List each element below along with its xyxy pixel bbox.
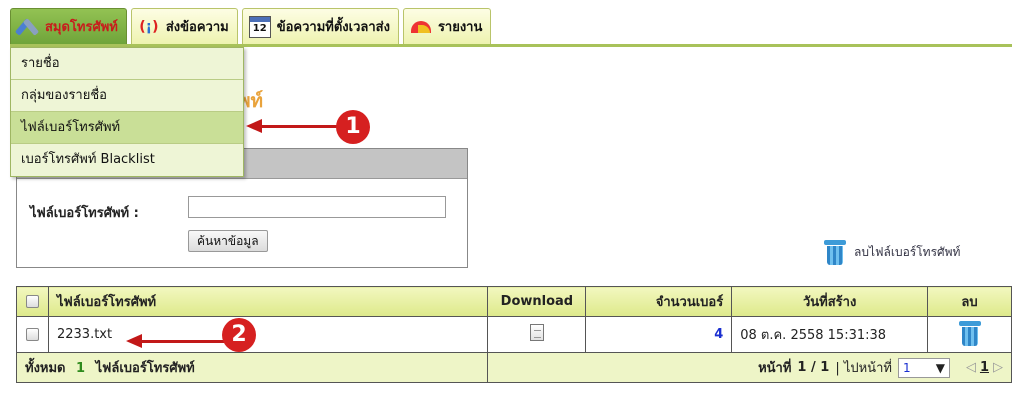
pager-current-page[interactable]: 1 xyxy=(980,360,989,375)
total-suffix: ไฟล์เบอร์โทรศัพท์ xyxy=(95,361,195,376)
row-download[interactable] xyxy=(487,316,587,353)
next-page-icon[interactable]: ▷ xyxy=(993,360,1003,375)
row-created: 08 ต.ค. 2558 15:31:38 xyxy=(731,316,929,353)
menu-item-contacts[interactable]: รายชื่อ xyxy=(11,48,243,80)
main-tabs: สมุดโทรศัพท์ (¡) ส่งข้อความ 12 ข้อความที… xyxy=(10,8,492,44)
header-select-all[interactable] xyxy=(16,286,49,317)
tab-label: ส่งข้อความ xyxy=(165,20,229,35)
header-created: วันที่สร้าง xyxy=(731,286,929,317)
tab-send-message[interactable]: (¡) ส่งข้อความ xyxy=(130,8,238,44)
search-button[interactable]: ค้นหาข้อมูล xyxy=(188,230,268,252)
page-label: หน้าที่ xyxy=(758,361,792,376)
row-file-name[interactable]: 2233.txt xyxy=(47,316,489,353)
goto-label: | ไปหน้าที่ xyxy=(835,361,892,376)
tab-label: สมุดโทรศัพท์ xyxy=(45,20,118,35)
header-delete: ลบ xyxy=(927,286,1012,317)
phone-files-table: ไฟล์เบอร์โทรศัพท์ Download จำนวนเบอร์ วั… xyxy=(15,286,1012,383)
document-icon[interactable] xyxy=(529,324,544,341)
tab-label: ข้อความที่ตั้งเวลาส่ง xyxy=(276,20,390,35)
menu-item-contact-groups[interactable]: กลุ่มของรายชื่อ xyxy=(11,80,243,112)
tools-icon xyxy=(17,16,39,38)
select-all-checkbox[interactable] xyxy=(25,295,39,308)
phonebook-dropdown-menu: รายชื่อ กลุ่มของรายชื่อ ไฟล์เบอร์โทรศัพท… xyxy=(10,47,244,177)
delete-row-icon[interactable] xyxy=(958,319,981,347)
delete-all-label: ลบไฟล์เบอร์โทรศัพท์ xyxy=(854,244,961,259)
tab-phonebook[interactable]: สมุดโทรศัพท์ xyxy=(10,8,127,44)
row-delete[interactable] xyxy=(927,316,1012,353)
menu-item-phone-files[interactable]: ไฟล์เบอร์โทรศัพท์ xyxy=(11,112,243,144)
trash-icon xyxy=(824,238,846,266)
table-header-row: ไฟล์เบอร์โทรศัพท์ Download จำนวนเบอร์ วั… xyxy=(16,286,1012,317)
table-footer-row: ทั้งหมด 1 ไฟล์เบอร์โทรศัพท์ หน้าที่ 1 / … xyxy=(15,352,1012,383)
arrow-line-2 xyxy=(138,340,226,343)
goto-page-select[interactable]: 1 ▼ xyxy=(897,357,950,378)
row-checkbox[interactable] xyxy=(25,328,39,341)
row-count-cell: 4 xyxy=(585,316,733,353)
chevron-down-icon: ▼ xyxy=(935,360,945,375)
annotation-marker-1: 1 xyxy=(336,110,370,144)
tab-report[interactable]: รายงาน xyxy=(402,8,492,44)
footer-pagination: หน้าที่ 1 / 1 | ไปหน้าที่ 1 ▼ ◁ 1 ▷ xyxy=(487,352,1012,383)
search-label: ไฟล์เบอร์โทรศัพท์ : xyxy=(30,206,139,221)
pager: ◁ 1 ▷ xyxy=(966,360,1003,375)
total-count: 1 xyxy=(76,361,86,376)
prev-page-icon[interactable]: ◁ xyxy=(966,360,976,375)
calendar-icon: 12 xyxy=(248,15,271,38)
tab-label: รายงาน xyxy=(437,20,483,35)
annotation-marker-2: 2 xyxy=(222,318,256,352)
header-download: Download xyxy=(487,286,587,317)
chart-icon xyxy=(410,16,432,38)
page-value: 1 / 1 xyxy=(797,360,830,375)
search-input[interactable] xyxy=(188,196,446,218)
goto-page-value: 1 xyxy=(902,360,911,375)
delete-all-files-link[interactable]: ลบไฟล์เบอร์โทรศัพท์ xyxy=(824,238,960,266)
table-row: 2233.txt 4 08 ต.ค. 2558 15:31:38 xyxy=(16,316,1012,353)
antenna-icon: (¡) xyxy=(139,18,159,35)
menu-item-blacklist[interactable]: เบอร์โทรศัพท์ Blacklist xyxy=(11,144,243,176)
header-file: ไฟล์เบอร์โทรศัพท์ xyxy=(47,286,489,317)
row-select[interactable] xyxy=(16,316,49,353)
footer-total: ทั้งหมด 1 ไฟล์เบอร์โทรศัพท์ xyxy=(15,352,489,383)
arrow-line-1 xyxy=(258,125,342,128)
header-count: จำนวนเบอร์ xyxy=(585,286,733,317)
total-prefix: ทั้งหมด xyxy=(25,361,66,376)
row-count-link[interactable]: 4 xyxy=(714,327,723,342)
tab-scheduled-messages[interactable]: 12 ข้อความที่ตั้งเวลาส่ง xyxy=(241,8,399,44)
